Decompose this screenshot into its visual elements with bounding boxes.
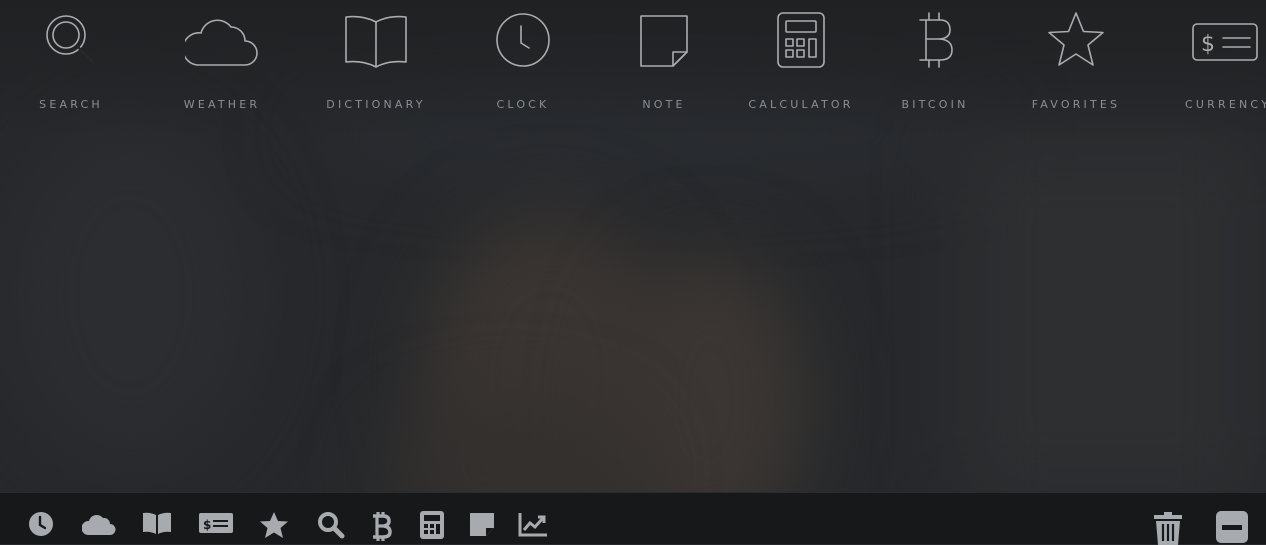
dock-chart-button[interactable] xyxy=(518,511,548,541)
bitcoin-icon xyxy=(910,10,960,70)
app-label: DICTIONARY xyxy=(326,98,426,111)
app-favorites[interactable]: FAVORITES xyxy=(1001,0,1151,120)
app-label: BITCOIN xyxy=(901,98,969,111)
calculator-icon xyxy=(420,511,444,539)
svg-text:$: $ xyxy=(1201,32,1215,57)
clock-icon xyxy=(29,512,53,536)
dock-note-button[interactable] xyxy=(467,511,497,541)
app-launcher: SEARCH WEATHER DICTIONARY CLOCK NOTE CAL… xyxy=(0,0,1266,125)
app-label: NOTE xyxy=(642,98,686,111)
trash-button[interactable] xyxy=(1153,511,1183,545)
note-icon xyxy=(636,10,692,70)
cloud-icon xyxy=(185,10,259,70)
star-icon xyxy=(1045,10,1107,70)
star-icon xyxy=(260,512,288,538)
app-bitcoin[interactable]: BITCOIN xyxy=(860,0,1010,120)
app-note[interactable]: NOTE xyxy=(589,0,739,120)
book-icon xyxy=(343,10,409,70)
app-label: FAVORITES xyxy=(1031,98,1121,111)
app-currency[interactable]: $ CURRENCY xyxy=(1155,0,1266,120)
dock-dictionary-button[interactable] xyxy=(142,511,172,541)
dock-bar: $ xyxy=(0,492,1266,545)
calculator-icon xyxy=(773,10,829,70)
app-label: CLOCK xyxy=(496,98,550,111)
app-weather[interactable]: WEATHER xyxy=(147,0,297,120)
app-clock[interactable]: CLOCK xyxy=(448,0,598,120)
currency-icon: $ xyxy=(199,513,233,533)
note-icon xyxy=(470,513,494,536)
dock-clock-button[interactable] xyxy=(26,511,56,541)
dock-search-button[interactable] xyxy=(316,511,346,541)
dock-bitcoin-button[interactable] xyxy=(366,511,396,541)
app-search[interactable]: SEARCH xyxy=(0,0,146,120)
app-label: CALCULATOR xyxy=(748,98,854,111)
minimize-icon xyxy=(1216,511,1248,543)
bitcoin-icon xyxy=(373,512,392,541)
dock-weather-button[interactable] xyxy=(82,511,116,541)
currency-icon: $ xyxy=(1190,10,1260,70)
search-icon xyxy=(318,512,345,539)
minimize-button[interactable] xyxy=(1216,511,1248,543)
dock-currency-button[interactable]: $ xyxy=(199,511,233,541)
app-label: WEATHER xyxy=(183,98,261,111)
chart-icon xyxy=(518,513,547,537)
app-label: CURRENCY xyxy=(1185,98,1266,111)
search-icon xyxy=(41,10,101,70)
svg-text:$: $ xyxy=(203,518,211,532)
clock-icon xyxy=(493,10,553,70)
app-dictionary[interactable]: DICTIONARY xyxy=(301,0,451,120)
app-calculator[interactable]: CALCULATOR xyxy=(726,0,876,120)
book-icon xyxy=(143,512,171,534)
dock-calculator-button[interactable] xyxy=(417,511,447,541)
cloud-icon xyxy=(82,515,116,535)
app-label: SEARCH xyxy=(39,98,103,111)
trash-icon xyxy=(1154,512,1182,545)
dock-favorites-button[interactable] xyxy=(259,511,289,541)
